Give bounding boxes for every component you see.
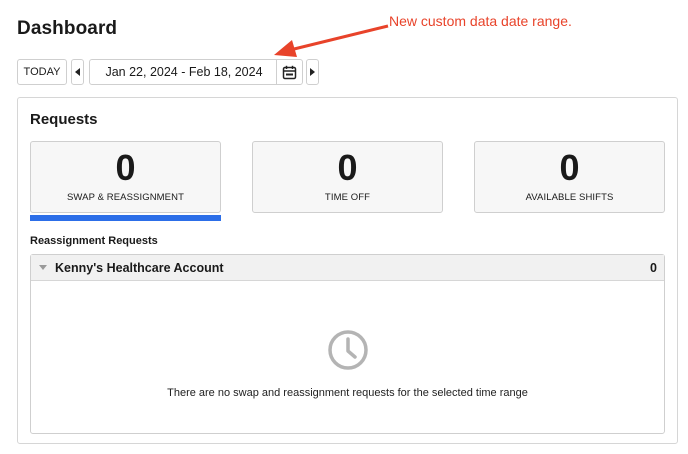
annotation-text: New custom data date range. bbox=[389, 13, 572, 29]
swap-reassignment-count: 0 bbox=[115, 147, 136, 188]
available-shifts-label: AVAILABLE SHIFTS bbox=[525, 192, 614, 203]
active-tab-indicator bbox=[30, 215, 221, 221]
time-off-count: 0 bbox=[337, 147, 358, 188]
swap-reassignment-card[interactable]: 0 SWAP & REASSIGNMENT bbox=[30, 141, 221, 213]
account-group-header[interactable]: Kenny's Healthcare Account 0 bbox=[31, 255, 664, 281]
today-button[interactable]: TODAY bbox=[17, 59, 67, 85]
clock-icon bbox=[328, 330, 368, 370]
section-label: Reassignment Requests bbox=[30, 235, 158, 247]
previous-range-button[interactable] bbox=[71, 59, 84, 85]
time-off-card[interactable]: 0 TIME OFF bbox=[252, 141, 443, 213]
annotation-arrow-icon bbox=[274, 24, 389, 57]
page-title: Dashboard bbox=[17, 18, 118, 39]
account-count: 0 bbox=[650, 261, 657, 275]
empty-state-message: There are no swap and reassignment reque… bbox=[167, 387, 528, 399]
next-range-button[interactable] bbox=[306, 59, 319, 85]
available-shifts-count: 0 bbox=[559, 147, 580, 188]
account-group: Kenny's Healthcare Account 0 There are n… bbox=[30, 254, 665, 434]
account-name: Kenny's Healthcare Account bbox=[55, 261, 224, 275]
time-off-label: TIME OFF bbox=[324, 192, 371, 203]
swap-reassignment-label: SWAP & REASSIGNMENT bbox=[67, 192, 184, 203]
available-shifts-card[interactable]: 0 AVAILABLE SHIFTS bbox=[474, 141, 665, 213]
date-range-value: Jan 22, 2024 - Feb 18, 2024 bbox=[105, 65, 263, 79]
requests-title: Requests bbox=[30, 111, 98, 128]
date-range-picker[interactable]: Jan 22, 2024 - Feb 18, 2024 bbox=[89, 59, 303, 85]
requests-panel: Requests 0 SWAP & REASSIGNMENT 0 TIME OF… bbox=[17, 97, 678, 444]
triangle-right-icon bbox=[310, 68, 315, 76]
calendar-icon bbox=[282, 65, 297, 79]
caret-down-icon[interactable] bbox=[39, 265, 47, 270]
triangle-left-icon bbox=[75, 68, 80, 76]
calendar-button[interactable] bbox=[276, 60, 302, 84]
